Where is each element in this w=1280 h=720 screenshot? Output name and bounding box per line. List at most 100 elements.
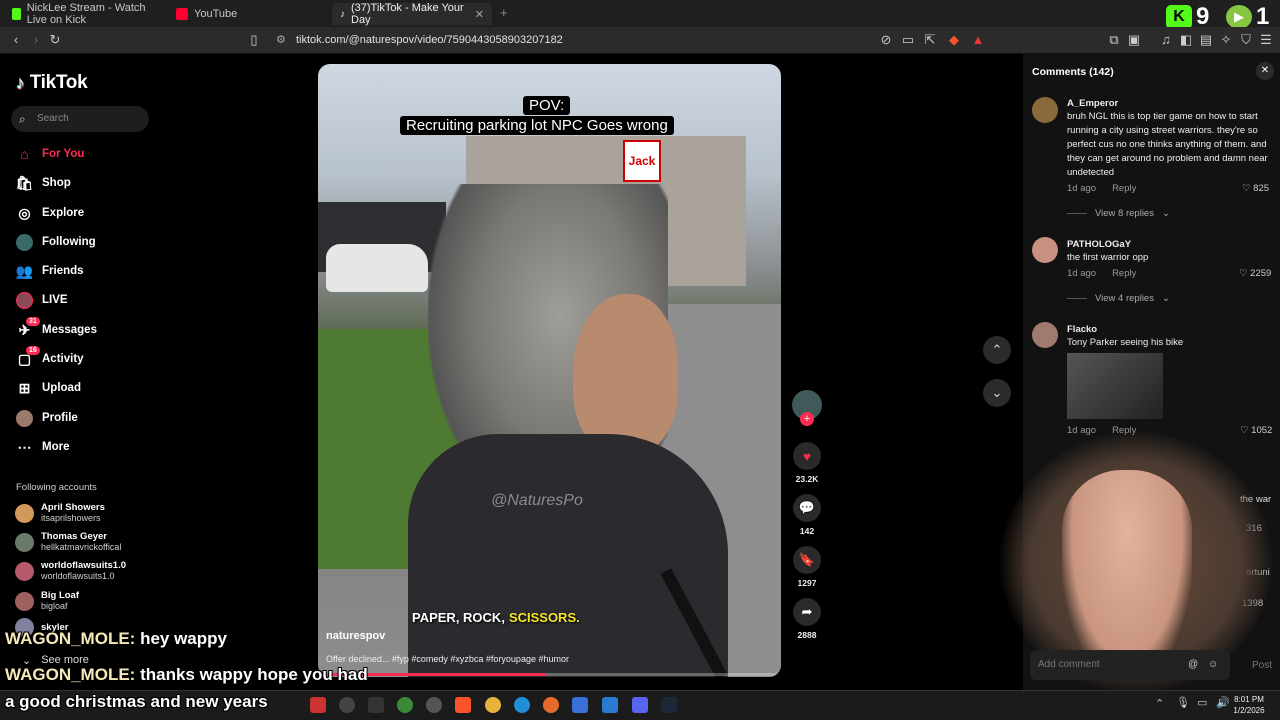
nav-for-you[interactable]: ⌂ For You xyxy=(16,144,84,164)
volume-icon[interactable]: 🔊 xyxy=(1216,696,1230,709)
menu-icon[interactable]: ☰ xyxy=(1258,32,1274,48)
nav-activity[interactable]: ▢ 16 Activity xyxy=(16,345,84,369)
panel-icon[interactable]: ◧ xyxy=(1178,32,1194,48)
nav-following[interactable]: Following xyxy=(16,232,96,252)
add-comment-input[interactable]: Add comment @ ☺ xyxy=(1030,650,1230,680)
chrome-icon[interactable] xyxy=(397,697,413,713)
nav-upload[interactable]: ⊞ Upload xyxy=(16,378,81,398)
chrome-icon[interactable] xyxy=(485,697,501,713)
progress-bar[interactable] xyxy=(318,673,781,676)
following-icon xyxy=(16,233,33,251)
vscode-icon[interactable] xyxy=(602,697,618,713)
app-taskbar-icon[interactable] xyxy=(339,697,355,713)
clock-time: 8:01 PM xyxy=(1234,695,1264,704)
nav-label: Messages xyxy=(42,324,97,336)
video-player[interactable]: Jack POV: Recruiting parking lot NPC Goe… xyxy=(318,64,781,677)
reply-button[interactable]: Reply xyxy=(1112,183,1136,194)
view-replies-button[interactable]: View 8 replies ⌄ xyxy=(1067,208,1170,219)
site-info-icon[interactable]: ⚙ xyxy=(276,31,286,50)
app-taskbar-icon[interactable] xyxy=(368,697,384,713)
account-item[interactable]: Big Loaf bigloaf xyxy=(15,590,79,612)
nav-more[interactable]: ⋯ More xyxy=(16,437,70,457)
network-icon[interactable]: ▭ xyxy=(1197,696,1207,709)
reply-button[interactable]: Reply xyxy=(1112,268,1136,279)
avatar[interactable] xyxy=(1032,322,1058,348)
avatar[interactable] xyxy=(1032,237,1058,263)
comment-like[interactable]: ♡ 1052 xyxy=(1240,425,1272,436)
comment-image[interactable] xyxy=(1067,353,1163,419)
account-item[interactable]: Thomas Geyer hellkatmavrickoffical xyxy=(15,531,121,553)
tab-tiktok[interactable]: ♪ (37)TikTok - Make Your Day ✕ xyxy=(332,2,492,26)
tab-kick[interactable]: NickLee Stream - Watch Live on Kick xyxy=(4,2,166,26)
app-taskbar-icon[interactable] xyxy=(426,697,442,713)
comment-user[interactable]: Flacko xyxy=(1067,324,1097,335)
comment-user[interactable]: PATHOLOGaY xyxy=(1067,239,1131,250)
brave-shield-icon[interactable]: ◆ xyxy=(946,32,962,48)
account-handle: bigloaf xyxy=(41,601,68,611)
extensions-icon[interactable]: ⧉ xyxy=(1106,32,1122,48)
view-replies-button[interactable]: View 4 replies ⌄ xyxy=(1067,293,1170,304)
nav-shop[interactable]: 🛍 Shop xyxy=(16,173,71,193)
tiktok-logo[interactable]: ♪ TikTok xyxy=(16,72,88,94)
post-button[interactable]: Post xyxy=(1252,660,1272,671)
brave-icon[interactable] xyxy=(455,697,471,713)
comment-like[interactable]: ♡ 2259 xyxy=(1239,268,1271,279)
address-bar[interactable]: ⚙ tiktok.com/@naturespov/video/759044305… xyxy=(270,31,970,50)
search-icon: ⌕ xyxy=(19,112,26,126)
account-item[interactable]: worldoflawsuits1.0 worldoflawsuits1.0 xyxy=(15,560,126,582)
system-clock[interactable]: 8:01 PM 1/2/2026 xyxy=(1232,694,1266,716)
watermark: @NaturesPo xyxy=(491,492,583,509)
share-button[interactable]: ➦ 2888 xyxy=(792,598,822,640)
bookmark-icon[interactable]: ▯ xyxy=(246,32,262,48)
rewards-icon[interactable]: ▲ xyxy=(970,32,986,48)
mention-icon[interactable]: @ xyxy=(1188,650,1198,680)
comment-user[interactable]: A_Emperor xyxy=(1067,98,1118,109)
new-tab-icon[interactable]: + xyxy=(500,5,508,20)
wallet-icon[interactable]: ▤ xyxy=(1198,32,1214,48)
nav-friends[interactable]: 👥 Friends xyxy=(16,261,84,281)
nav-live[interactable]: LIVE xyxy=(16,290,68,310)
comment-meta: 1d ago Reply xyxy=(1067,183,1136,194)
like-button[interactable]: ♥ 23.2K xyxy=(792,442,822,484)
chevron-up-icon[interactable]: ⌃ xyxy=(1155,697,1164,710)
reader-icon[interactable]: ⊘ xyxy=(878,32,894,48)
follow-plus-icon[interactable]: + xyxy=(800,412,814,426)
app-taskbar-icon[interactable] xyxy=(310,697,326,713)
car-shape xyxy=(326,244,428,292)
emoji-icon[interactable]: ☺ xyxy=(1208,650,1218,680)
media-icon[interactable]: ♫ xyxy=(1158,32,1174,48)
comment-button[interactable]: 💬 142 xyxy=(792,494,822,536)
forward-icon[interactable]: › xyxy=(28,32,44,48)
sidebar-toggle-icon[interactable]: ▣ xyxy=(1126,32,1142,48)
reload-icon[interactable]: ↻ xyxy=(47,32,63,48)
account-name: worldoflawsuits1.0 xyxy=(41,560,126,571)
vpn-icon[interactable]: ⛉ xyxy=(1238,32,1254,48)
next-video-button[interactable]: ⌄ xyxy=(983,379,1011,407)
screenshot-icon[interactable]: ▭ xyxy=(900,32,916,48)
avatar[interactable] xyxy=(1032,97,1058,123)
tab-youtube[interactable]: YouTube xyxy=(168,3,328,25)
discord-icon[interactable] xyxy=(632,697,648,713)
app-taskbar-icon[interactable] xyxy=(572,697,588,713)
youtube-favicon-icon xyxy=(176,8,188,20)
firefox-icon[interactable] xyxy=(543,697,559,713)
back-icon[interactable]: ‹ xyxy=(8,32,24,48)
nav-messages[interactable]: ✈ 31 Messages xyxy=(16,316,97,340)
nav-profile[interactable]: Profile xyxy=(16,408,78,428)
search-input[interactable]: ⌕ Search xyxy=(11,106,149,132)
author-avatar-button[interactable]: + xyxy=(792,390,822,426)
nav-explore[interactable]: ◎ Explore xyxy=(16,203,84,223)
close-tab-icon[interactable]: ✕ xyxy=(475,8,484,21)
previous-video-button[interactable]: ⌃ xyxy=(983,336,1011,364)
steam-icon[interactable] xyxy=(661,697,677,713)
share-icon[interactable]: ⇱ xyxy=(922,32,938,48)
microphone-icon[interactable]: 🎙 xyxy=(1176,696,1190,709)
comment-like[interactable]: ♡ 825 xyxy=(1242,183,1269,194)
edge-icon[interactable] xyxy=(514,697,530,713)
account-item[interactable]: April Showers itsaprilshowers xyxy=(15,502,105,524)
save-button[interactable]: 🔖 1297 xyxy=(792,546,822,588)
comment-time: 1d ago xyxy=(1067,425,1097,436)
video-author[interactable]: naturespov xyxy=(326,630,385,642)
close-comments-button[interactable]: ✕ xyxy=(1256,62,1274,80)
ai-icon[interactable]: ✧ xyxy=(1218,32,1234,48)
